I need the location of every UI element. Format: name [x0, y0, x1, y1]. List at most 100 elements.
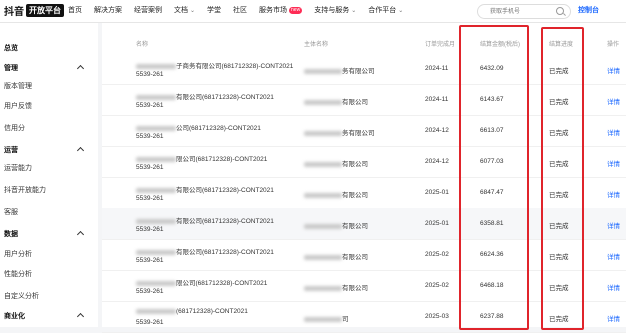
- detail-link[interactable]: 详情: [607, 65, 620, 75]
- name-text: (681712328)-CONT2021: [176, 308, 248, 315]
- subject-cell: 有限公司: [304, 251, 368, 261]
- main-nav: 首页 解决方案 经营案例 文档 ⌄ 学堂 社区 服务市场 new 支持与服务 ⌄ 合作平台 ⌄: [68, 5, 403, 15]
- redacted-text: [136, 308, 176, 314]
- nav-item[interactable]: 经营案例: [134, 5, 162, 15]
- name-text: 有限公司(681712328)-CONT2021: [176, 94, 274, 101]
- nav-item[interactable]: 学堂: [207, 5, 221, 15]
- detail-link[interactable]: 详情: [607, 96, 620, 106]
- sidebar-group[interactable]: 数据: [4, 229, 18, 239]
- sidebar-item[interactable]: 客服: [4, 207, 18, 217]
- nav-item-label: 合作平台: [368, 7, 397, 14]
- name-cell: (681712328)-CONT2021: [136, 308, 248, 315]
- console-link[interactable]: 控制台: [578, 5, 599, 15]
- name-cell-line2: 5539-261: [136, 257, 164, 264]
- redacted-text: [304, 130, 342, 136]
- subject-text: 有限公司: [342, 192, 368, 199]
- month-cell: 2025-02: [425, 282, 449, 289]
- sidebar-group[interactable]: 商业化: [4, 311, 25, 321]
- column-header: 名称: [136, 42, 149, 48]
- subject-cell: 司: [304, 313, 349, 323]
- chevron-up-icon[interactable]: [76, 64, 85, 73]
- nav-item-label: 首页: [68, 7, 82, 14]
- name-text: 子商务有限公司(681712328)-CONT2021: [176, 63, 294, 70]
- name-text: 有限公司(681712328)-CONT2021: [176, 249, 274, 256]
- month-cell: 2024-12: [425, 127, 449, 134]
- nav-item[interactable]: 解决方案: [94, 5, 122, 15]
- brand-badge: 开放平台: [26, 4, 64, 17]
- month-cell: 2025-03: [425, 313, 449, 320]
- name-cell: 限公司(681712328)-CONT2021: [136, 153, 267, 163]
- search-input[interactable]: [488, 5, 564, 18]
- sidebar-group[interactable]: 运营: [4, 145, 18, 155]
- chevron-up-icon[interactable]: [76, 312, 85, 321]
- name-cell-line2: 5539-261: [136, 226, 164, 233]
- sidebar-item[interactable]: 用户分析: [4, 249, 32, 259]
- name-text: 有限公司(681712328)-CONT2021: [176, 218, 274, 225]
- detail-link[interactable]: 详情: [607, 158, 620, 168]
- month-cell: 2025-01: [425, 220, 449, 227]
- chevron-down-icon: ⌄: [398, 7, 404, 14]
- name-cell: 有限公司(681712328)-CONT2021: [136, 184, 274, 194]
- name-cell-line2: 5539-261: [136, 102, 164, 109]
- subject-cell: 有限公司: [304, 158, 368, 168]
- redacted-text: [136, 94, 176, 100]
- chevron-up-icon[interactable]: [76, 146, 85, 155]
- sidebar: 总览管理版本管理用户反馈信用分运营运营能力抖音开放能力 客服数据用户分析性能分析自…: [0, 23, 98, 327]
- search-box[interactable]: [477, 4, 571, 19]
- redacted-text: [136, 187, 176, 193]
- subject-text: 有限公司: [342, 223, 368, 230]
- detail-link[interactable]: 详情: [607, 127, 620, 137]
- detail-link[interactable]: 详情: [607, 189, 620, 199]
- chevron-up-icon[interactable]: [76, 230, 85, 239]
- top-navigation-bar: 抖音 开放平台 首页 解决方案 经营案例 文档 ⌄ 学堂 社区 服务市场 new 支持与服务 ⌄ 合作…: [0, 0, 626, 23]
- chevron-down-icon: ⌄: [190, 7, 196, 14]
- status-column-highlight: [541, 27, 584, 330]
- month-cell: 2024-11: [425, 96, 449, 103]
- nav-item[interactable]: 服务市场 new: [259, 5, 303, 15]
- sidebar-item[interactable]: 抖音开放能力: [4, 185, 46, 195]
- nav-item[interactable]: 社区: [233, 5, 247, 15]
- sidebar-item[interactable]: 版本管理: [4, 81, 32, 91]
- amount-column-highlight: [459, 25, 529, 330]
- chevron-down-icon: ⌄: [351, 7, 357, 14]
- detail-link[interactable]: 详情: [607, 220, 620, 230]
- nav-item[interactable]: 合作平台 ⌄: [368, 5, 403, 15]
- redacted-text: [304, 192, 342, 198]
- detail-link[interactable]: 详情: [607, 251, 620, 261]
- sidebar-item[interactable]: 运营能力: [4, 163, 32, 173]
- nav-item[interactable]: 支持与服务 ⌄: [314, 5, 356, 15]
- sidebar-item[interactable]: 信用分: [4, 123, 25, 133]
- redacted-text: [304, 285, 342, 291]
- redacted-text: [304, 254, 342, 260]
- name-cell-line2: 5539-261: [136, 164, 164, 171]
- sidebar-item[interactable]: 用户反馈: [4, 101, 32, 111]
- column-header: 订单完成月: [425, 42, 456, 48]
- search-icon[interactable]: [556, 7, 564, 15]
- subject-text: 务有限公司: [342, 68, 375, 75]
- nav-item-label: 学堂: [207, 7, 222, 14]
- name-cell: 有限公司(681712328)-CONT2021: [136, 215, 274, 225]
- settlement-table: 名称 主体名称 订单完成月 结算金额(税后) 结算进度 操作 子商务有限公司(6817123…: [102, 23, 626, 333]
- logo[interactable]: 抖音 开放平台: [4, 3, 64, 18]
- sidebar-item[interactable]: 总览: [4, 43, 18, 53]
- redacted-text: [304, 223, 342, 229]
- name-text: 限公司(681712328)-CONT2021: [176, 280, 268, 287]
- nav-item-label: 文档: [174, 7, 188, 14]
- detail-link[interactable]: 详情: [607, 313, 620, 323]
- redacted-text: [304, 316, 342, 322]
- subject-cell: 有限公司: [304, 96, 368, 106]
- sidebar-item[interactable]: 性能分析: [4, 269, 32, 279]
- sidebar-group[interactable]: 管理: [4, 63, 18, 73]
- name-cell-line2: 5539-261: [136, 288, 164, 295]
- subject-text: 有限公司: [342, 99, 368, 106]
- name-text: 公司(681712328)-CONT2021: [176, 125, 261, 132]
- name-cell: 公司(681712328)-CONT2021: [136, 122, 261, 132]
- month-cell: 2024-12: [425, 158, 449, 165]
- redacted-text: [304, 99, 342, 105]
- sidebar-item[interactable]: 自定义分析: [4, 291, 39, 301]
- subject-text: 务有限公司: [342, 130, 375, 137]
- subject-cell: 务有限公司: [304, 127, 375, 137]
- detail-link[interactable]: 详情: [607, 282, 620, 292]
- nav-item[interactable]: 文档 ⌄: [174, 5, 195, 15]
- nav-item[interactable]: 首页: [68, 5, 82, 15]
